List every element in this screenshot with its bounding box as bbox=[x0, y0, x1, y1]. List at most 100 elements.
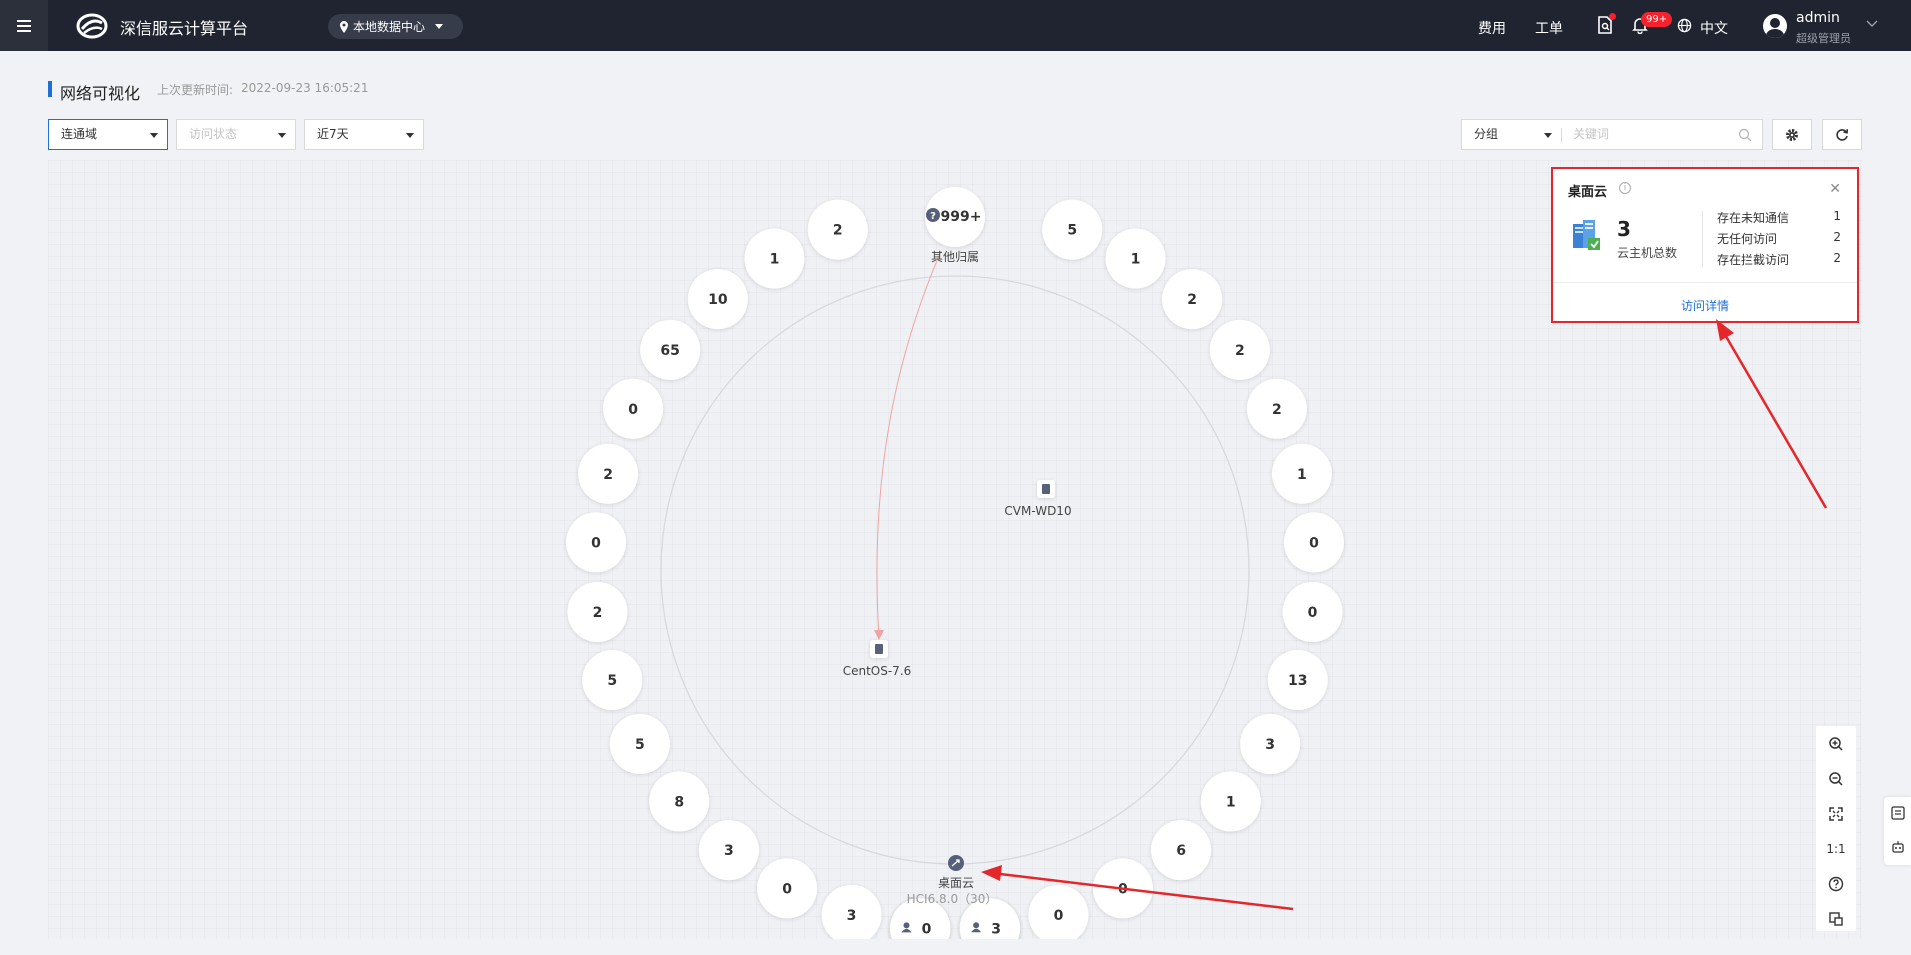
group-node-right-11[interactable]: 6 bbox=[1151, 820, 1212, 881]
hub-label: 桌面云 bbox=[937, 876, 975, 890]
divider bbox=[1561, 128, 1562, 142]
vm-node-centos[interactable] bbox=[870, 640, 888, 658]
group-node-count: 0 bbox=[1118, 881, 1128, 897]
help-icon[interactable] bbox=[1826, 874, 1846, 894]
group-node-count: 2 bbox=[833, 223, 843, 239]
language-switch[interactable]: 中文 bbox=[1700, 18, 1728, 38]
close-icon[interactable]: ✕ bbox=[1829, 181, 1841, 197]
group-node-right-5[interactable]: 1 bbox=[1271, 443, 1332, 504]
group-node-count: 10 bbox=[708, 292, 728, 308]
group-node-right-10[interactable]: 1 bbox=[1200, 771, 1261, 832]
access-details-link[interactable]: 访问详情 bbox=[1553, 297, 1857, 314]
group-node-right-6[interactable]: 0 bbox=[1283, 512, 1344, 573]
group-node-left-6[interactable]: 0 bbox=[566, 512, 627, 573]
group-node-left-7[interactable]: 2 bbox=[567, 582, 628, 643]
fit-screen-icon[interactable] bbox=[1826, 804, 1846, 824]
vm-total-count: 3 bbox=[1617, 217, 1631, 241]
stat-value-no-access: 2 bbox=[1833, 230, 1841, 244]
group-node-left-9[interactable]: 5 bbox=[609, 713, 670, 774]
group-node-left-1[interactable]: 1 bbox=[744, 228, 805, 289]
group-node-count: 0 bbox=[1308, 605, 1318, 621]
group-node-count: 65 bbox=[660, 343, 679, 359]
stat-value-blocked: 2 bbox=[1833, 251, 1841, 265]
zoom-toolbar: 1:1 bbox=[1816, 726, 1856, 931]
minimap-icon[interactable] bbox=[1826, 909, 1846, 929]
refresh-icon bbox=[1836, 128, 1849, 141]
group-node-count: 2 bbox=[1187, 292, 1197, 308]
keyword-placeholder: 关键词 bbox=[1573, 127, 1610, 141]
other-ownership-node[interactable]: ? 999+ bbox=[925, 187, 985, 247]
ticket-link[interactable]: 工单 bbox=[1535, 18, 1563, 38]
list-panel-icon[interactable] bbox=[1891, 806, 1905, 820]
group-node-left-12[interactable]: 0 bbox=[757, 858, 818, 919]
group-node-left-8[interactable]: 5 bbox=[582, 650, 643, 711]
group-node-right-7[interactable]: 0 bbox=[1282, 582, 1343, 643]
group-node-right-8[interactable]: 13 bbox=[1267, 650, 1328, 711]
stat-label-blocked: 存在拦截访问 bbox=[1717, 253, 1790, 267]
page-title: 网络可视化 bbox=[60, 84, 141, 103]
access-status-select[interactable]: 访问状态 bbox=[176, 119, 296, 150]
time-range-value: 近7天 bbox=[317, 127, 349, 141]
search-icon[interactable] bbox=[1738, 128, 1752, 142]
avatar[interactable] bbox=[1763, 14, 1787, 38]
domain-select-value: 连通域 bbox=[61, 127, 98, 141]
keyword-search-input[interactable]: 关键词 bbox=[1561, 119, 1763, 150]
robot-assistant-icon[interactable] bbox=[1891, 840, 1905, 854]
group-node-right-1[interactable]: 1 bbox=[1105, 228, 1166, 289]
chevron-down-icon[interactable] bbox=[1866, 20, 1878, 28]
group-node-count: 2 bbox=[1272, 402, 1282, 418]
zoom-in-icon[interactable] bbox=[1826, 734, 1846, 754]
group-node-count: 1 bbox=[770, 252, 780, 268]
vm-node-cvm-wd10[interactable] bbox=[1037, 480, 1055, 498]
time-range-select[interactable]: 近7天 bbox=[304, 119, 424, 150]
zoom-out-icon[interactable] bbox=[1826, 769, 1846, 789]
billing-link[interactable]: 费用 bbox=[1478, 18, 1506, 38]
group-node-count: 3 bbox=[991, 921, 1001, 937]
group-node-count: 0 bbox=[591, 535, 601, 551]
chevron-down-icon bbox=[1544, 133, 1552, 138]
group-node-right-9[interactable]: 3 bbox=[1240, 713, 1301, 774]
group-node-left-11[interactable]: 3 bbox=[698, 820, 759, 881]
settings-button[interactable] bbox=[1772, 119, 1812, 150]
group-node-count: 0 bbox=[1309, 535, 1319, 551]
connection-edge bbox=[876, 250, 942, 639]
group-node-left-5[interactable]: 2 bbox=[578, 443, 639, 504]
group-node-count: 3 bbox=[724, 843, 734, 859]
group-select[interactable]: 分组 bbox=[1461, 119, 1561, 150]
group-node-count: 0 bbox=[628, 402, 638, 418]
group-node-left-13[interactable]: 3 bbox=[821, 884, 882, 939]
group-node-left-3[interactable]: 65 bbox=[640, 319, 701, 380]
group-node-right-0[interactable]: 5 bbox=[1042, 199, 1103, 260]
group-node-right-4[interactable]: 2 bbox=[1246, 378, 1307, 439]
desktop-cloud-popup: 桌面云 i ✕ 3 云主机总数 存在未知通信 1 无任何访问 2 存在拦截访问 … bbox=[1551, 167, 1859, 323]
hamburger-menu-icon[interactable] bbox=[0, 0, 48, 51]
chevron-down-icon bbox=[278, 133, 286, 138]
group-node-left-2[interactable]: 10 bbox=[687, 269, 748, 330]
user-name[interactable]: admin bbox=[1796, 10, 1840, 26]
stat-label-unknown: 存在未知通信 bbox=[1717, 211, 1790, 225]
side-panel-tab bbox=[1884, 797, 1911, 865]
group-node-left-10[interactable]: 8 bbox=[649, 771, 710, 832]
server-icon bbox=[875, 644, 883, 654]
hub-node-desktop-cloud[interactable] bbox=[948, 855, 964, 871]
group-node-left-0[interactable]: 2 bbox=[807, 199, 868, 260]
location-pin-icon bbox=[340, 20, 348, 33]
actual-size-button[interactable]: 1:1 bbox=[1826, 839, 1846, 859]
group-node-right-2[interactable]: 2 bbox=[1162, 269, 1223, 330]
domain-select[interactable]: 连通域 bbox=[48, 119, 168, 150]
group-node-count: 5 bbox=[635, 737, 645, 753]
globe-icon[interactable] bbox=[1677, 18, 1692, 33]
top-navigation-bar: 深信服云计算平台 本地数据中心 费用 工单 99+ 中文 admin 超级管理员 bbox=[0, 0, 1911, 51]
info-icon[interactable]: i bbox=[1619, 182, 1631, 194]
refresh-button[interactable] bbox=[1822, 119, 1862, 150]
vm-label-centos: CentOS-7.6 bbox=[842, 664, 912, 678]
group-node-left-4[interactable]: 0 bbox=[603, 378, 664, 439]
user-role: 超级管理员 bbox=[1796, 32, 1851, 45]
access-status-placeholder: 访问状态 bbox=[189, 127, 238, 141]
group-node-count: 1 bbox=[1131, 252, 1141, 268]
group-node-right-3[interactable]: 2 bbox=[1209, 319, 1270, 380]
logo-icon bbox=[76, 13, 108, 39]
group-node-right-12[interactable]: 0 bbox=[1092, 858, 1153, 919]
group-node-right-13[interactable]: 0 bbox=[1028, 884, 1089, 939]
datacenter-selector[interactable]: 本地数据中心 bbox=[328, 14, 463, 39]
